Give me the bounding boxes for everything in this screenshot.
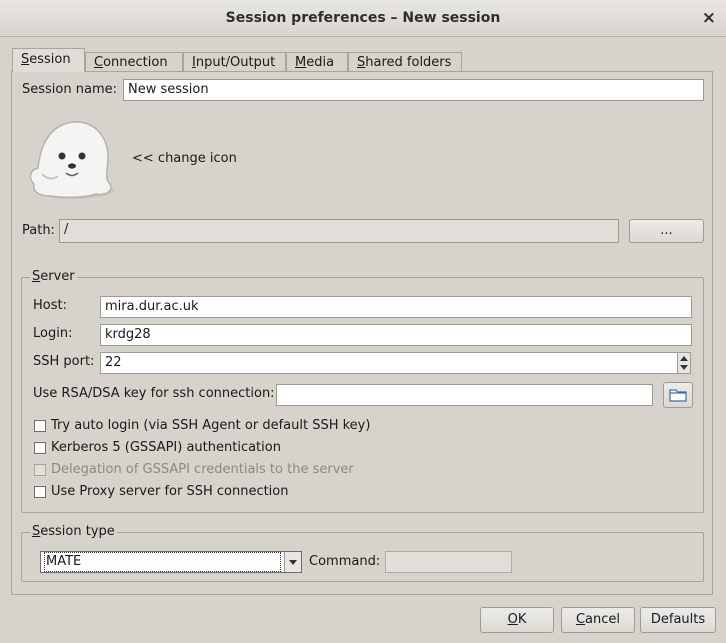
rsa-key-input[interactable] bbox=[276, 384, 653, 406]
session-type-title-text: ession type bbox=[40, 524, 115, 539]
close-icon[interactable]: × bbox=[702, 8, 716, 28]
login-input[interactable]: krdg28 bbox=[100, 324, 692, 346]
folder-icon bbox=[669, 389, 687, 402]
session-name-label: Session name: bbox=[22, 82, 117, 97]
spin-down-icon[interactable] bbox=[680, 365, 688, 370]
window-title: Session preferences – New session bbox=[225, 10, 501, 26]
tab-connection-mnemonic: C bbox=[94, 55, 104, 70]
session-icon[interactable] bbox=[24, 118, 118, 202]
path-label: Path: bbox=[22, 223, 55, 238]
ssh-port-spinner[interactable] bbox=[677, 352, 691, 374]
tab-shared-folders[interactable]: Shared folders bbox=[348, 52, 462, 71]
ok-button[interactable]: OK bbox=[480, 607, 554, 633]
tab-media-label: edia bbox=[306, 55, 335, 70]
server-group-title-text: erver bbox=[40, 269, 75, 284]
proxy-label[interactable]: Use Proxy server for SSH connection bbox=[51, 484, 289, 499]
auto-login-label[interactable]: Try auto login (via SSH Agent or default… bbox=[51, 418, 370, 433]
tab-connection-label: onnection bbox=[103, 55, 168, 70]
tab-media[interactable]: Media bbox=[286, 52, 348, 71]
cancel-mnemonic: C bbox=[575, 612, 586, 627]
cancel-button[interactable]: Cancel bbox=[561, 607, 635, 633]
session-type-selected: MATE bbox=[44, 552, 281, 572]
title-bar: Session preferences – New session × bbox=[0, 0, 726, 37]
path-input[interactable]: / bbox=[59, 219, 619, 243]
gssapi-delegation-label: Delegation of GSSAPI credentials to the … bbox=[51, 462, 354, 477]
tab-media-mnemonic: M bbox=[295, 55, 307, 70]
kerberos-label[interactable]: Kerberos 5 (GSSAPI) authentication bbox=[51, 440, 281, 455]
tab-connection[interactable]: Connection bbox=[85, 52, 183, 71]
defaults-button[interactable]: Defaults bbox=[640, 607, 716, 633]
host-input[interactable]: mira.dur.ac.uk bbox=[100, 296, 692, 318]
server-group-title: Server bbox=[30, 269, 77, 284]
tab-shared-folders-label: hared folders bbox=[365, 55, 452, 70]
ok-mnemonic: O bbox=[507, 612, 518, 627]
gssapi-delegation-checkbox bbox=[34, 464, 46, 476]
rsa-key-label: Use RSA/DSA key for ssh connection: bbox=[33, 386, 275, 401]
session-type-select[interactable]: MATE bbox=[40, 551, 302, 573]
host-label: Host: bbox=[33, 298, 67, 313]
chevron-down-icon[interactable] bbox=[284, 552, 301, 572]
auto-login-checkbox[interactable] bbox=[34, 420, 46, 432]
tab-session[interactable]: Session bbox=[12, 48, 85, 72]
ssh-port-input[interactable]: 22 bbox=[100, 352, 678, 374]
command-label: Command: bbox=[309, 554, 381, 569]
command-input bbox=[385, 551, 512, 573]
browse-key-button[interactable] bbox=[663, 382, 693, 408]
tab-input-output[interactable]: Input/Output bbox=[183, 52, 286, 71]
login-label: Login: bbox=[33, 326, 73, 341]
change-icon-label[interactable]: << change icon bbox=[132, 151, 237, 166]
kerberos-checkbox[interactable] bbox=[34, 442, 46, 454]
tab-session-label: ession bbox=[29, 52, 71, 67]
session-name-input[interactable]: New session bbox=[123, 79, 704, 101]
session-type-group-title: Session type bbox=[30, 524, 117, 539]
ssh-port-label: SSH port: bbox=[33, 354, 95, 369]
proxy-checkbox[interactable] bbox=[34, 486, 46, 498]
tab-input-output-label: nput/Output bbox=[195, 55, 276, 70]
seal-icon bbox=[29, 121, 114, 199]
ok-label: K bbox=[517, 612, 527, 627]
cancel-label: ancel bbox=[585, 612, 621, 627]
browse-path-button[interactable]: ... bbox=[629, 219, 704, 243]
spin-up-icon[interactable] bbox=[680, 356, 688, 361]
